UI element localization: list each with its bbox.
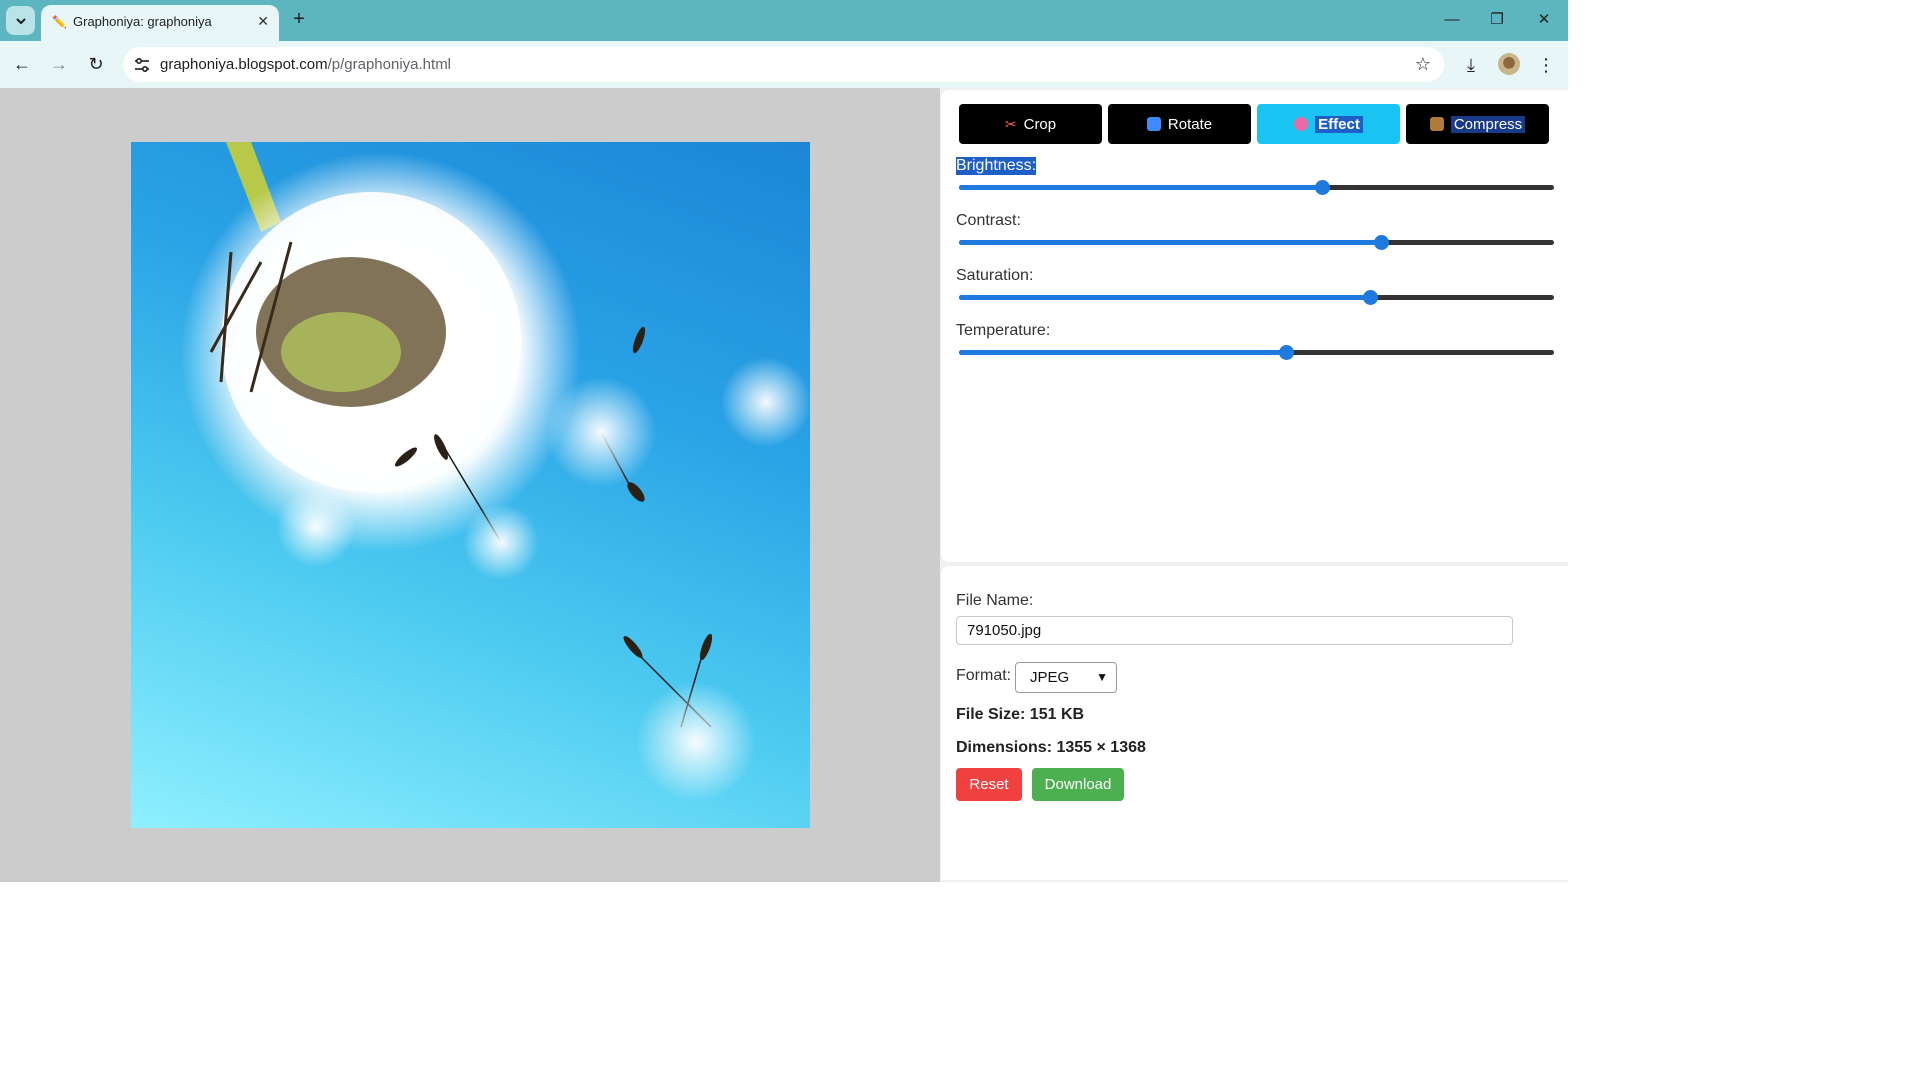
brightness-slider-thumb[interactable] — [1314, 180, 1330, 195]
file-name-label: File Name: — [956, 592, 1034, 609]
editor-tools-panel: ✂ Crop Rotate Effect Compress Brightness… — [941, 90, 1568, 562]
contrast-slider-fill — [959, 240, 1382, 245]
temperature-slider-thumb[interactable] — [1279, 345, 1295, 360]
compress-button-label: Compress — [1450, 115, 1526, 133]
chevron-down-icon — [15, 17, 26, 24]
close-tab-icon[interactable]: ✕ — [257, 13, 269, 30]
brightness-label: Brightness: — [956, 157, 1037, 175]
compress-button[interactable]: Compress — [1406, 104, 1549, 144]
saturation-slider[interactable] — [959, 290, 1554, 305]
page-viewport: ✂ Crop Rotate Effect Compress Brightness… — [0, 88, 1568, 882]
restore-icon[interactable]: ❐ — [1477, 7, 1517, 33]
palette-icon — [1294, 117, 1309, 131]
temperature-slider-fill — [959, 350, 1287, 355]
format-select[interactable]: JPEG ▼ — [1015, 662, 1117, 693]
saturation-label: Saturation: — [956, 267, 1034, 284]
site-info-icon[interactable] — [133, 56, 151, 74]
temperature-slider[interactable] — [959, 345, 1554, 360]
effect-button[interactable]: Effect — [1257, 104, 1400, 144]
back-icon[interactable]: ← — [9, 51, 35, 77]
tab-search-button[interactable] — [6, 6, 35, 35]
crop-button-label: Crop — [1023, 115, 1057, 133]
format-select-value: JPEG — [1030, 669, 1070, 686]
saturation-slider-thumb[interactable] — [1362, 290, 1378, 305]
brightness-slider-fill — [959, 185, 1322, 190]
new-tab-button[interactable]: + — [288, 8, 310, 32]
reset-button[interactable]: Reset — [956, 768, 1022, 801]
contrast-slider[interactable] — [959, 235, 1554, 250]
chevron-down-icon: ▼ — [1096, 670, 1108, 684]
file-size-text: File Size: 151 KB — [956, 706, 1085, 723]
url-domain: graphoniya.blogspot.com — [160, 56, 328, 73]
reload-icon[interactable]: ↻ — [83, 51, 109, 77]
rotate-button[interactable]: Rotate — [1108, 104, 1251, 144]
tab-title: Graphoniya: graphoniya — [73, 14, 212, 29]
browser-toolbar: ← → ↻ graphoniya.blogspot.com/p/graphoni… — [0, 41, 1568, 88]
close-window-icon[interactable]: ✕ — [1524, 7, 1564, 33]
rotate-button-label: Rotate — [1167, 115, 1213, 133]
crop-button[interactable]: ✂ Crop — [959, 104, 1102, 144]
download-icon[interactable]: ⤓ — [1459, 53, 1483, 77]
minimize-icon[interactable]: — — [1432, 7, 1472, 33]
edited-image-preview — [131, 142, 810, 828]
profile-avatar[interactable] — [1498, 53, 1520, 75]
bookmark-star-icon[interactable]: ☆ — [1415, 54, 1431, 75]
package-icon — [1429, 117, 1444, 131]
rotate-icon — [1146, 117, 1161, 131]
file-info-panel: File Name: Format: JPEG ▼ File Size: 151… — [941, 566, 1568, 880]
pencil-favicon-icon: ✏️ — [52, 15, 67, 29]
address-bar[interactable]: graphoniya.blogspot.com/p/graphoniya.htm… — [123, 47, 1444, 82]
effect-button-label: Effect — [1315, 115, 1363, 133]
format-label: Format: — [956, 667, 1012, 684]
tab-strip: ✏️ Graphoniya: graphoniya ✕ + — ❐ ✕ — [0, 0, 1568, 41]
brightness-slider[interactable] — [959, 180, 1554, 195]
file-name-input[interactable] — [956, 616, 1513, 645]
image-canvas-area — [0, 88, 940, 882]
temperature-label: Temperature: — [956, 322, 1051, 339]
dimensions-text: Dimensions: 1355 × 1368 — [956, 739, 1146, 756]
menu-kebab-icon[interactable]: ⋮ — [1534, 53, 1558, 77]
scissors-icon: ✂ — [1004, 115, 1017, 132]
dandelion-photo — [181, 142, 810, 802]
url-path: /p/graphoniya.html — [327, 56, 452, 73]
forward-icon[interactable]: → — [46, 51, 72, 77]
saturation-slider-fill — [959, 295, 1370, 300]
browser-tab[interactable]: ✏️ Graphoniya: graphoniya ✕ — [41, 5, 279, 41]
contrast-label: Contrast: — [956, 212, 1021, 229]
download-button[interactable]: Download — [1032, 768, 1124, 801]
url-text[interactable]: graphoniya.blogspot.com/p/graphoniya.htm… — [160, 56, 451, 73]
contrast-slider-thumb[interactable] — [1374, 235, 1390, 250]
